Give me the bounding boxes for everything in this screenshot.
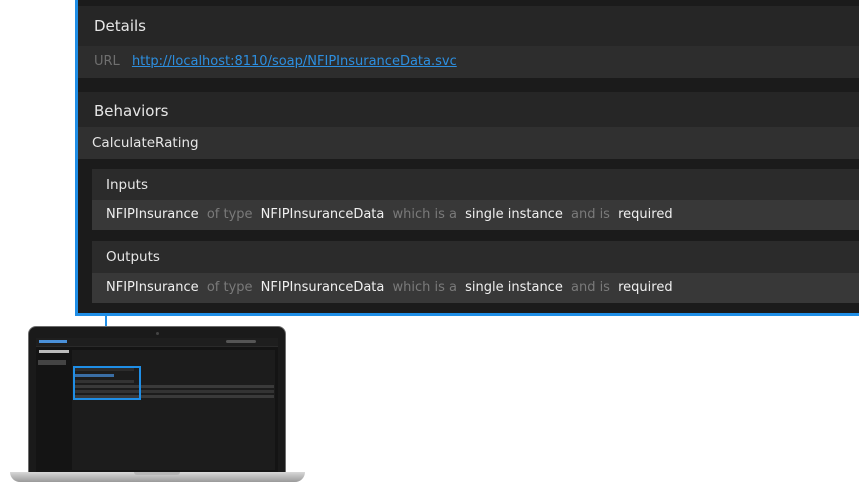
mini-logo [39,340,67,343]
input-cardinality: single instance [465,207,563,222]
url-link[interactable]: http://localhost:8110/soap/NFIPInsurance… [132,54,457,69]
output-param-name: NFIPInsurance [106,280,199,295]
input-of-type-text: of type [206,207,253,222]
laptop-camera [156,332,159,335]
inputs-header-title: Inputs [106,177,148,193]
output-which-is-text: which is a [392,280,458,295]
input-requirement: required [618,207,673,222]
input-and-is-text: and is [570,207,610,222]
laptop-screen [36,338,278,472]
input-param-name: NFIPInsurance [106,207,199,222]
input-which-is-text: which is a [392,207,458,222]
laptop-notch [134,472,180,475]
behaviors-section-header: Behaviors [78,92,859,130]
output-and-is-text: and is [570,280,610,295]
behaviors-header-title: Behaviors [94,102,169,120]
outputs-header-title: Outputs [106,249,160,265]
input-type-name: NFIPInsuranceData [260,207,385,222]
zoom-callout-panel: Details URL http://localhost:8110/soap/N… [75,0,859,316]
output-cardinality: single instance [465,280,563,295]
mini-title [39,350,69,353]
mini-highlight-box [73,366,141,400]
outputs-header: Outputs [92,241,859,273]
url-row: URL http://localhost:8110/soap/NFIPInsur… [78,46,859,78]
output-type-name: NFIPInsuranceData [260,280,385,295]
mini-search [226,340,256,343]
details-section-header: Details [78,6,859,46]
url-label: URL [94,54,120,69]
output-param-row: NFIPInsurance of type NFIPInsuranceData … [92,273,859,303]
operation-name: CalculateRating [92,135,199,151]
output-requirement: required [618,280,673,295]
input-param-row: NFIPInsurance of type NFIPInsuranceData … [92,200,859,230]
details-header-title: Details [94,17,147,35]
inputs-header: Inputs [92,169,859,201]
mini-topbar [36,338,278,347]
output-of-type-text: of type [206,280,253,295]
mini-sidebar-item [38,360,66,365]
behavior-operation-row[interactable]: CalculateRating [78,127,859,159]
